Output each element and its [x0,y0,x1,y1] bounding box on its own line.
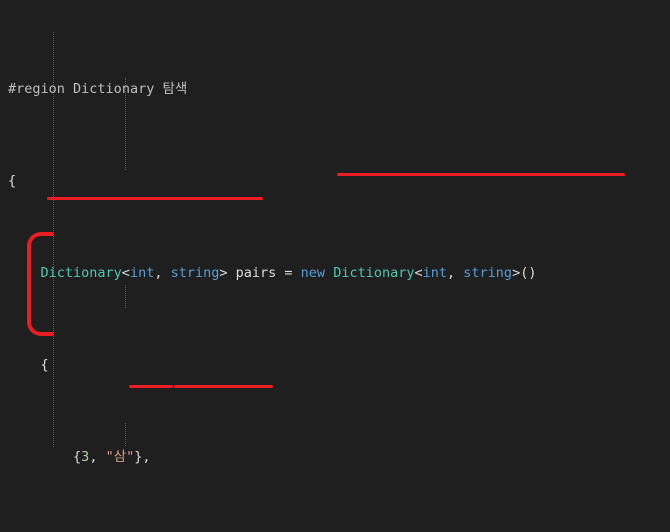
brace-open-region: { [8,173,17,189]
code-line-4: { [40,357,49,373]
type-string-2: string [463,265,513,281]
region-directive: #region [8,81,65,97]
type-string: string [170,265,220,281]
code-content: #region Dictionary 탐색 { Dictionary<int, … [0,9,670,532]
region-name: Dictionary 탐색 [73,81,188,97]
code-line-3: Dictionary<int, string> pairs = new Dict… [40,265,537,281]
identifier-pairs: pairs [235,265,277,281]
type-dictionary: Dictionary [40,265,122,281]
type-int: int [129,265,155,281]
keyword-new-1: new [300,265,326,281]
type-int-2: int [422,265,448,281]
code-editor[interactable]: #region Dictionary 탐색 { Dictionary<int, … [0,0,670,532]
dict-value-0: 삼 [113,449,127,465]
code-line-2: { [0,170,670,193]
code-line-5: {3, "삼"}, [73,449,151,465]
code-line-1: #region Dictionary 탐색 [0,78,670,101]
type-dictionary-ctor: Dictionary [333,265,415,281]
